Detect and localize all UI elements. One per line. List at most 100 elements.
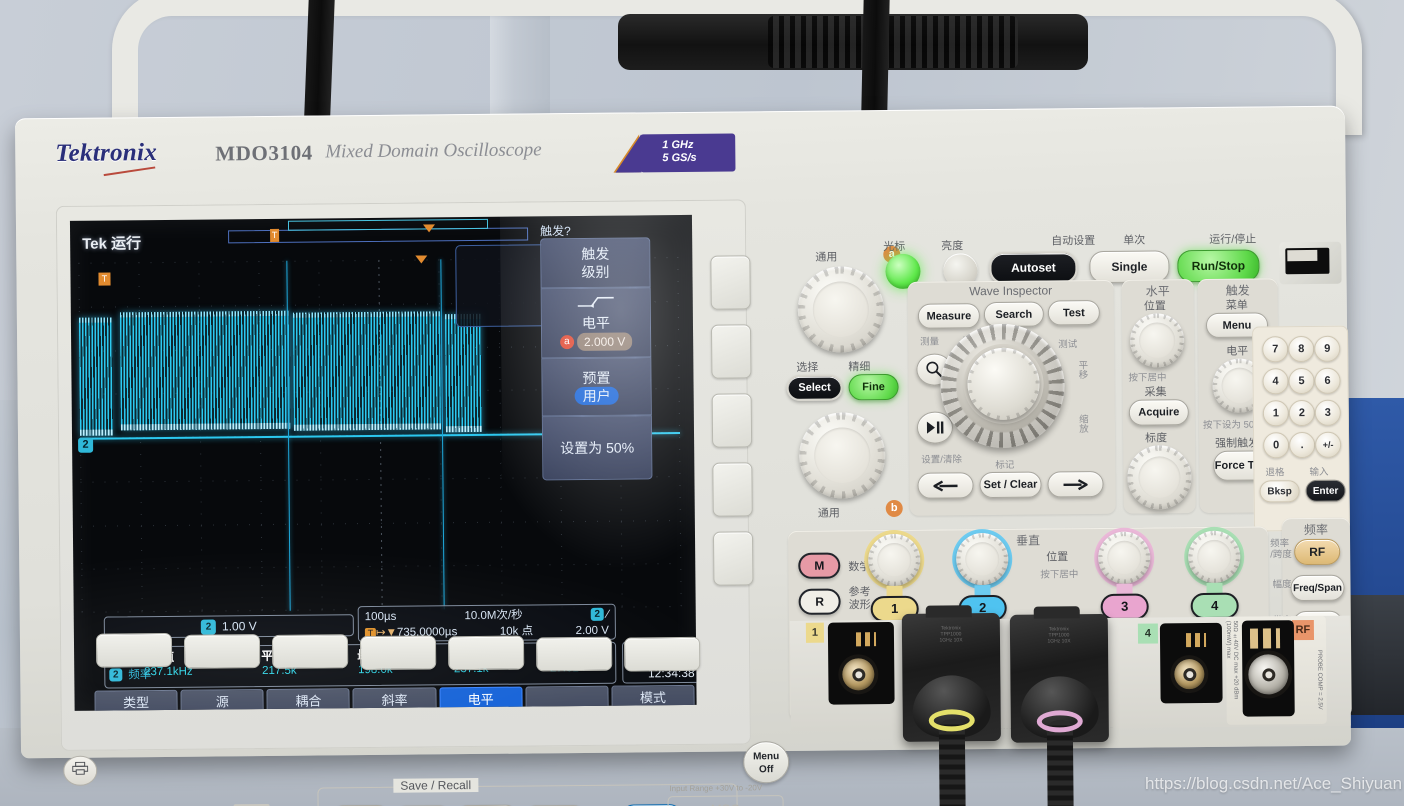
bezel-side-button-1[interactable] <box>710 255 751 310</box>
rf-port-label: RF <box>1291 619 1315 641</box>
bezel-side-button-5[interactable] <box>712 531 754 586</box>
channel-4-position-knob[interactable] <box>1187 530 1241 584</box>
waveform-burst <box>444 313 482 433</box>
rf-connector-bay[interactable] <box>1241 620 1295 717</box>
test-button[interactable]: Test <box>1047 299 1100 326</box>
key-sign[interactable]: +/- <box>1315 431 1342 458</box>
autoset-button[interactable]: Autoset <box>989 251 1078 285</box>
key-7[interactable]: 7 <box>1262 336 1289 363</box>
channel-4-bnc[interactable] <box>1174 659 1205 690</box>
pan-zoom-inner-knob[interactable] <box>967 347 1040 421</box>
bezel-bottom-button-5[interactable] <box>447 635 525 671</box>
channel-3-button[interactable]: 3 <box>1100 593 1149 620</box>
enter-key[interactable]: Enter <box>1305 479 1346 503</box>
channel-3-position-knob[interactable] <box>1097 531 1151 585</box>
connector-4-label: 4 <box>1137 623 1159 644</box>
probe-1-text: Tektronix TPP1000 1GHz 10X <box>939 625 963 644</box>
bezel-side-button-2[interactable] <box>710 324 752 379</box>
slope-either-icon[interactable]: ╳ <box>410 709 432 711</box>
slope-falling-icon[interactable]: ⌐ <box>384 709 406 711</box>
vertical-position-sub: 按下居中 <box>1040 569 1079 581</box>
bezel-side-button-4[interactable] <box>712 462 753 517</box>
menu-off-label-2: Off <box>758 764 774 776</box>
watermark: https://blog.csdn.net/Ace_Shiyuan <box>1145 774 1403 793</box>
horizontal-scale-knob[interactable] <box>1127 445 1192 510</box>
single-button[interactable]: Single <box>1089 250 1170 284</box>
channel-4-tekprobe-contacts <box>1185 632 1207 648</box>
bezel-bottom-button-6[interactable] <box>535 636 613 672</box>
multipurpose-knob-b[interactable] <box>798 412 886 499</box>
menu-item-source[interactable]: 源 2 <box>180 689 265 711</box>
rf-connector-panel: 50Ω ±40V DC max +20 dBm (100mW) max RF P… <box>1225 615 1327 725</box>
key-6[interactable]: 6 <box>1314 367 1341 394</box>
key-4[interactable]: 4 <box>1262 368 1289 395</box>
setclear-cn-label: 设置/清除 <box>921 454 962 466</box>
side-menu-item-trigger-level[interactable]: 触发 级别 <box>540 237 651 289</box>
key-5[interactable]: 5 <box>1288 367 1315 395</box>
channel-1-tekprobe-contacts <box>855 632 877 647</box>
channel-4-connector-bay[interactable] <box>1159 622 1223 704</box>
menu-item-level[interactable]: 电平 2.00 V <box>439 686 523 711</box>
menu-item-coupling[interactable]: 耦合 直流 <box>266 688 351 711</box>
rf-button[interactable]: RF <box>1294 538 1341 566</box>
measure-button[interactable]: Measure <box>917 303 981 329</box>
trigger-menu-cn-label: 菜单 <box>1225 299 1248 312</box>
key-9[interactable]: 9 <box>1314 335 1341 362</box>
run-stop-button[interactable]: Run/Stop <box>1177 249 1260 283</box>
math-button[interactable]: M <box>798 552 841 579</box>
menu-item-slope[interactable]: 斜率 ⌐ ⌐ ╳ <box>352 687 437 711</box>
sample-rate-value: 10.0M次/秒 <box>464 609 523 623</box>
key-3[interactable]: 3 <box>1314 399 1341 426</box>
key-1[interactable]: 1 <box>1262 400 1289 427</box>
prev-mark-button[interactable] <box>917 472 974 499</box>
horizontal-scale-label: 标度 <box>1145 432 1168 445</box>
bezel-bottom-button-7[interactable] <box>623 636 701 672</box>
key-0[interactable]: 0 <box>1263 432 1290 459</box>
handle-grip <box>618 14 1088 70</box>
rf-title: 频率 <box>1303 522 1329 538</box>
side-menu-item-set50[interactable]: 设置为 50% <box>541 415 653 481</box>
key-2[interactable]: 2 <box>1288 399 1315 427</box>
bezel-bottom-button-4[interactable] <box>359 635 437 671</box>
select-button[interactable]: Select <box>786 374 843 402</box>
channel-1-bnc[interactable] <box>842 658 875 691</box>
channel-1-position-knob[interactable] <box>867 533 921 587</box>
bksp-cn-label: 退格 <box>1265 467 1285 479</box>
side-item-2-pill: 用户 <box>574 386 619 406</box>
side-menu-item-preset[interactable]: 预置 用户 <box>541 357 652 417</box>
bandwidth-badge: 1 GHz 5 GS/s <box>640 133 736 173</box>
channel-2-position-knob[interactable] <box>955 532 1009 586</box>
slope-rising-icon[interactable]: ⌐ <box>358 709 380 711</box>
probe-2-text: Tektronix TPP1000 1GHz 10X <box>1047 626 1071 645</box>
brand-underline <box>103 166 156 177</box>
trigger-slope-glyph: ∕ <box>606 608 609 621</box>
key-decimal[interactable]: . <box>1289 431 1316 459</box>
fine-button[interactable]: Fine <box>848 373 899 401</box>
channel-1-connector-bay[interactable] <box>827 621 895 705</box>
set-clear-button[interactable]: Set / Clear <box>979 471 1042 499</box>
multipurpose-knob-a[interactable] <box>797 266 885 353</box>
bezel-bottom-button-1[interactable] <box>95 632 173 668</box>
side-menu-item-level[interactable]: 电平 a 2.000 V <box>540 287 652 359</box>
bksp-key[interactable]: Bksp <box>1259 480 1300 503</box>
channel-4-button[interactable]: 4 <box>1190 592 1239 620</box>
horizontal-position-knob[interactable] <box>1129 313 1185 368</box>
rf-n-connector[interactable] <box>1248 654 1289 695</box>
pan-zoom-outer-knob[interactable] <box>939 323 1066 449</box>
single-cn-label: 单次 <box>1123 234 1146 247</box>
acquire-button[interactable]: Acquire <box>1128 399 1189 426</box>
bezel-bottom-button-2[interactable] <box>183 634 261 669</box>
channel-2-ground-marker[interactable]: 2 <box>78 437 94 453</box>
menu-item-mode[interactable]: 模式 正常 &释抑 <box>611 684 695 711</box>
print-button[interactable] <box>63 755 98 786</box>
channel-scale-value: 1.00 V <box>221 619 257 634</box>
search-button[interactable]: Search <box>983 301 1045 328</box>
bezel-side-button-3[interactable] <box>711 393 753 448</box>
next-mark-button[interactable] <box>1047 470 1104 498</box>
bezel-bottom-button-3[interactable] <box>271 634 349 669</box>
ref-button[interactable]: R <box>798 588 841 615</box>
menu-item-type[interactable]: 类型 边沿 <box>94 689 179 711</box>
freq-span-button[interactable]: Freq/Span <box>1290 574 1345 602</box>
key-8[interactable]: 8 <box>1288 335 1315 363</box>
menu-item-empty[interactable] <box>525 685 609 711</box>
